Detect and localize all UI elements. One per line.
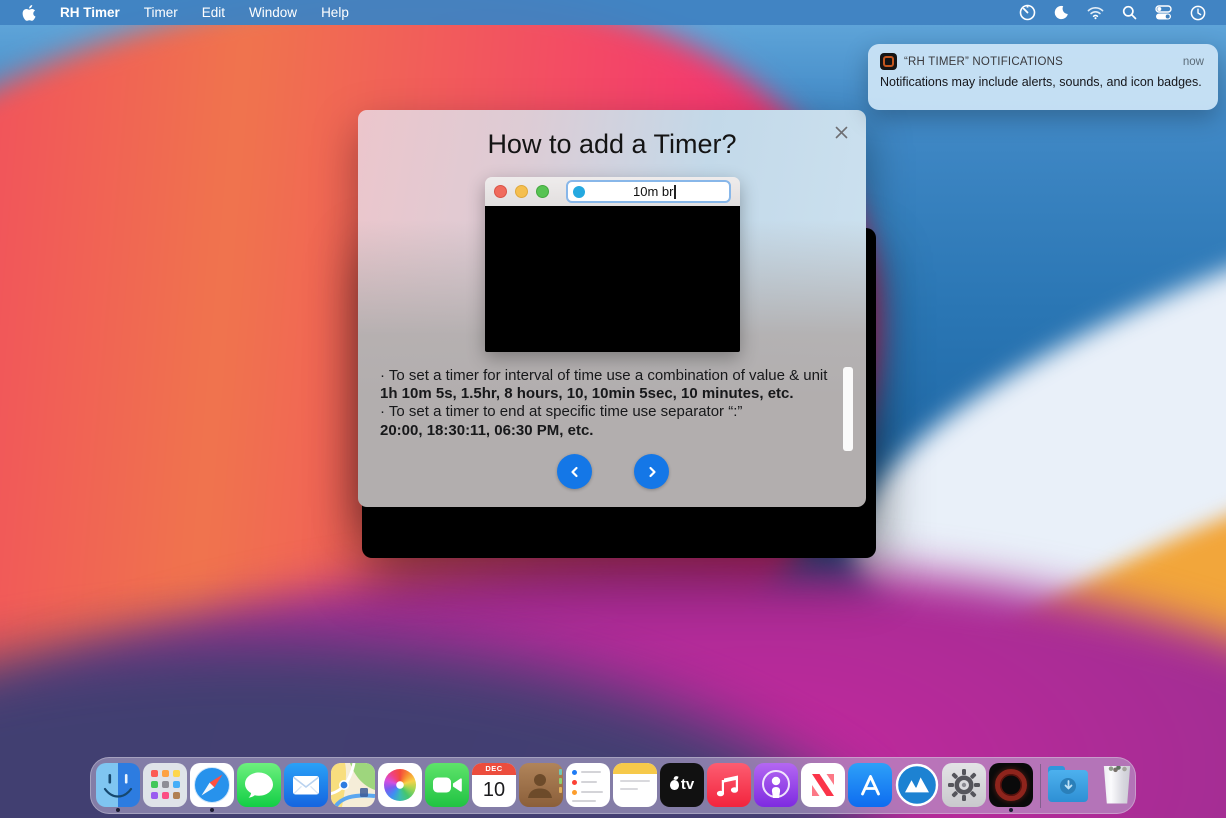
notification-title: “RH TIMER” NOTIFICATIONS bbox=[904, 56, 1063, 68]
calendar-day: 10 bbox=[472, 775, 516, 807]
menu-window[interactable]: Window bbox=[249, 5, 297, 20]
rh-timer-app-icon bbox=[880, 53, 897, 70]
app-store-icon bbox=[848, 763, 892, 807]
dock-item-notes[interactable] bbox=[613, 762, 657, 810]
dock-item-app-store[interactable] bbox=[848, 762, 892, 810]
music-icon bbox=[707, 763, 751, 807]
notes-icon bbox=[613, 763, 657, 807]
previous-page-button[interactable] bbox=[557, 454, 592, 489]
downloads-folder-icon bbox=[1048, 763, 1092, 807]
podcasts-icon bbox=[754, 763, 798, 807]
menu-help[interactable]: Help bbox=[321, 5, 349, 20]
dock-item-launchpad[interactable] bbox=[143, 762, 187, 810]
dock-item-mountain-app[interactable] bbox=[895, 762, 939, 810]
mini-window-titlebar: 10m br bbox=[485, 177, 740, 206]
dock-item-calendar[interactable]: DEC 10 bbox=[472, 762, 516, 810]
traffic-light-zoom-icon bbox=[536, 185, 549, 198]
mini-window-illustration: 10m br bbox=[485, 177, 740, 352]
notification-banner[interactable]: “RH TIMER” NOTIFICATIONS now Notificatio… bbox=[868, 44, 1218, 110]
dock-item-maps[interactable] bbox=[331, 762, 375, 810]
rh-timer-status-icon[interactable] bbox=[1019, 4, 1036, 21]
dock-item-safari[interactable] bbox=[190, 762, 234, 810]
timer-input-value: 10m br bbox=[585, 184, 724, 200]
wifi-icon[interactable] bbox=[1087, 4, 1104, 21]
dock-item-trash[interactable] bbox=[1095, 762, 1139, 810]
timer-status-dot-icon bbox=[573, 186, 585, 198]
finder-icon bbox=[96, 763, 140, 807]
menu-timer[interactable]: Timer bbox=[144, 5, 178, 20]
notification-body: Notifications may include alerts, sounds… bbox=[880, 74, 1204, 90]
timer-input-field[interactable]: 10m br bbox=[566, 180, 731, 203]
notification-time: now bbox=[1183, 56, 1204, 68]
running-indicator bbox=[1009, 808, 1013, 812]
traffic-light-minimize-icon bbox=[515, 185, 528, 198]
instruction-line-3: · To set a timer to end at specific time… bbox=[380, 403, 842, 421]
dialog-title: How to add a Timer? bbox=[358, 129, 866, 160]
dock-item-tv[interactable]: tv bbox=[660, 762, 704, 810]
instruction-line-1: · To set a timer for interval of time us… bbox=[380, 367, 842, 385]
dock-item-messages[interactable] bbox=[237, 762, 281, 810]
launchpad-icon bbox=[143, 763, 187, 807]
apple-tv-icon: tv bbox=[660, 763, 704, 807]
trash-icon bbox=[1095, 763, 1139, 807]
calendar-month: DEC bbox=[472, 763, 516, 775]
dock-item-photos[interactable] bbox=[378, 762, 422, 810]
news-icon bbox=[801, 763, 845, 807]
rh-timer-dock-icon bbox=[989, 763, 1033, 807]
text-caret bbox=[674, 185, 676, 199]
search-icon[interactable] bbox=[1121, 4, 1138, 21]
dock-item-finder[interactable] bbox=[96, 762, 140, 810]
reminders-icon bbox=[566, 763, 610, 807]
dock-item-contacts[interactable] bbox=[519, 762, 563, 810]
chevron-left-icon bbox=[569, 466, 581, 478]
dock-item-facetime[interactable] bbox=[425, 762, 469, 810]
system-preferences-icon bbox=[942, 763, 986, 807]
chevron-right-icon bbox=[646, 466, 658, 478]
instructions-text: · To set a timer for interval of time us… bbox=[380, 367, 842, 440]
dock-item-mail[interactable] bbox=[284, 762, 328, 810]
dock: DEC 10 tv bbox=[90, 757, 1136, 814]
calendar-icon: DEC 10 bbox=[472, 763, 516, 807]
mountain-app-icon bbox=[895, 763, 939, 807]
menu-bar: RH Timer Timer Edit Window Help bbox=[0, 0, 1226, 25]
apple-menu-icon[interactable] bbox=[22, 5, 36, 21]
running-indicator bbox=[116, 808, 120, 812]
messages-icon bbox=[237, 763, 281, 807]
dock-item-podcasts[interactable] bbox=[754, 762, 798, 810]
dock-item-system-preferences[interactable] bbox=[942, 762, 986, 810]
dock-item-downloads[interactable] bbox=[1048, 762, 1092, 810]
apple-logo-icon bbox=[670, 780, 679, 790]
instruction-line-2: 1h 10m 5s, 1.5hr, 8 hours, 10, 10min 5se… bbox=[380, 385, 842, 403]
dock-item-reminders[interactable] bbox=[566, 762, 610, 810]
dock-item-news[interactable] bbox=[801, 762, 845, 810]
next-page-button[interactable] bbox=[634, 454, 669, 489]
do-not-disturb-moon-icon[interactable] bbox=[1053, 4, 1070, 21]
traffic-light-close-icon bbox=[494, 185, 507, 198]
dock-item-rh-timer[interactable] bbox=[989, 762, 1033, 810]
dock-item-music[interactable] bbox=[707, 762, 751, 810]
control-center-icon[interactable] bbox=[1155, 4, 1172, 21]
download-arrow-icon bbox=[1064, 780, 1073, 791]
running-indicator bbox=[210, 808, 214, 812]
dock-separator bbox=[1040, 764, 1041, 808]
contacts-icon bbox=[519, 763, 563, 807]
onboarding-dialog: How to add a Timer? 10m br · To set a ti… bbox=[358, 110, 866, 507]
close-icon[interactable] bbox=[832, 123, 850, 141]
dialog-scrollbar[interactable] bbox=[843, 367, 853, 451]
tv-label: tv bbox=[681, 776, 694, 793]
safari-icon bbox=[190, 763, 234, 807]
facetime-icon bbox=[425, 763, 469, 807]
mini-window-content bbox=[485, 206, 740, 352]
menu-app-name[interactable]: RH Timer bbox=[60, 5, 120, 20]
mail-icon bbox=[284, 763, 328, 807]
maps-icon bbox=[331, 763, 375, 807]
photos-icon bbox=[378, 763, 422, 807]
menu-edit[interactable]: Edit bbox=[202, 5, 225, 20]
instruction-line-4: 20:00, 18:30:11, 06:30 PM, etc. bbox=[380, 422, 842, 440]
clock-icon[interactable] bbox=[1189, 4, 1206, 21]
